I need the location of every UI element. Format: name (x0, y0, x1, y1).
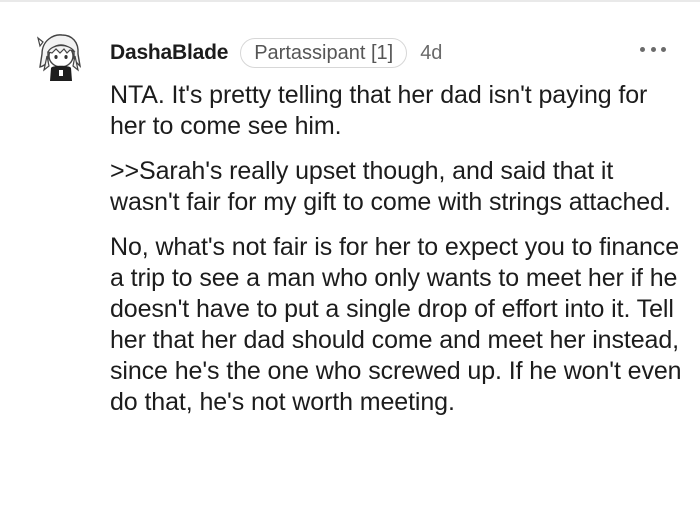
comment-paragraph: No, what's not fair is for her to expect… (110, 233, 682, 416)
comment-header: DashaBlade Partassipant [1] 4d (110, 36, 442, 70)
user-avatar[interactable] (34, 32, 84, 82)
more-options-button[interactable] (640, 42, 666, 56)
comment-paragraph: NTA. It's pretty telling that her dad is… (110, 81, 648, 140)
comment-age: 4d (420, 41, 443, 64)
comment-body: NTA. It's pretty telling that her dad is… (110, 80, 685, 432)
more-horizontal-icon (640, 46, 645, 52)
snoo-avatar-icon (36, 34, 82, 81)
more-horizontal-icon-dot (661, 46, 666, 52)
comment: DashaBlade Partassipant [1] 4d NTA. It's… (0, 0, 700, 528)
comment-quote-paragraph: >>Sarah's really upset though, and said … (110, 157, 671, 216)
username-link[interactable]: DashaBlade (110, 41, 228, 65)
user-flair-badge: Partassipant [1] (240, 38, 408, 68)
more-horizontal-icon-dot (650, 46, 656, 52)
